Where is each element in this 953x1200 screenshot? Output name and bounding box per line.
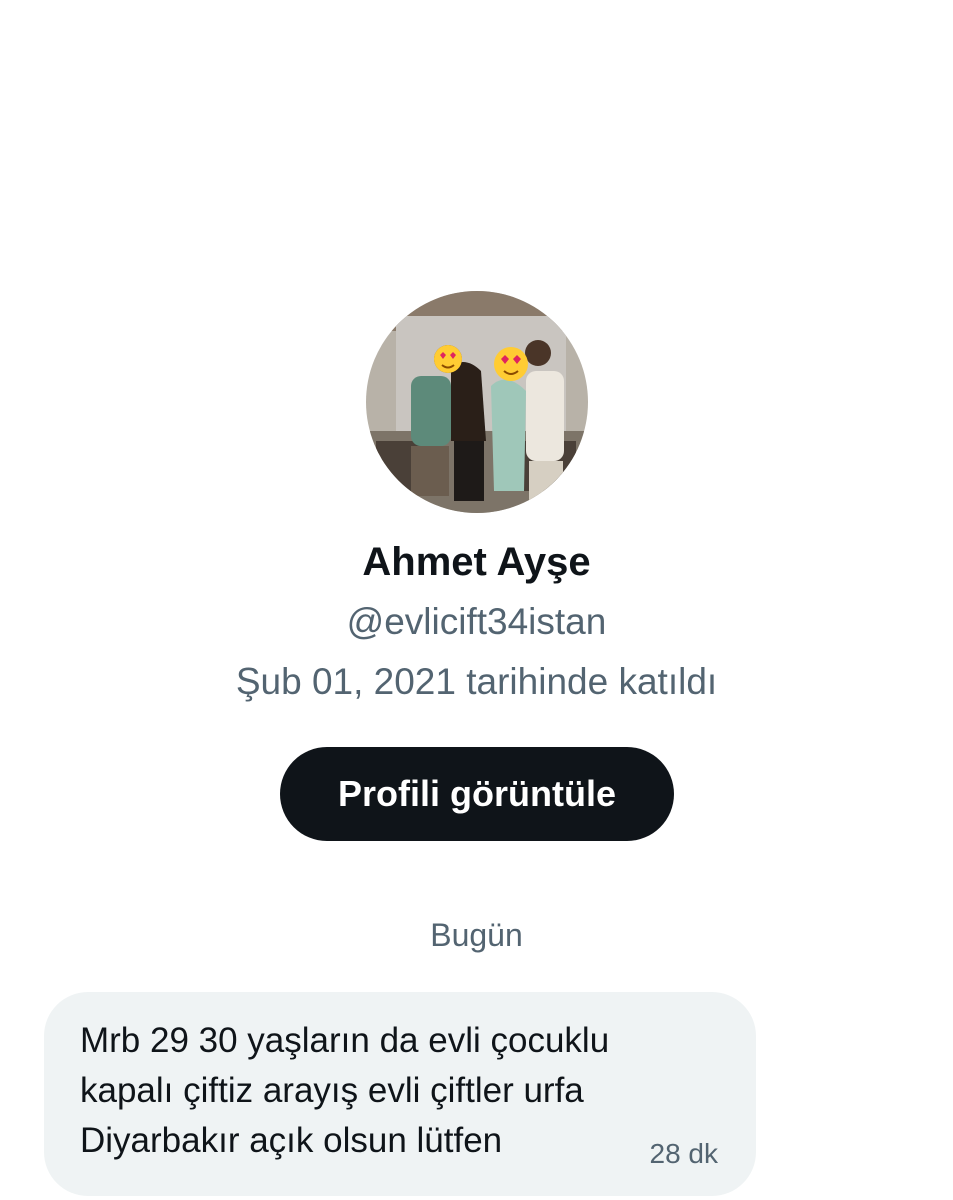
profile-joined-date: Şub 01, 2021 tarihinde katıldı [235,661,718,702]
message-timestamp: 28 dk [649,1138,719,1169]
message-text: Mrb 29 30 yaşların da evli çocuklu kapal… [80,1021,610,1160]
profile-avatar[interactable] [366,291,588,513]
heart-eyes-emoji-icon [434,345,462,373]
view-profile-button[interactable]: Profili görüntüle [280,747,674,841]
day-divider: Bugün [430,917,523,953]
heart-eyes-emoji-icon [494,347,528,381]
message-bubble[interactable]: Mrb 29 30 yaşların da evli çocuklu kapal… [44,992,756,1196]
profile-handle: @evlicift34istan [346,601,607,642]
profile-display-name: Ahmet Ayşe [362,540,591,584]
avatar-photo [366,291,588,513]
